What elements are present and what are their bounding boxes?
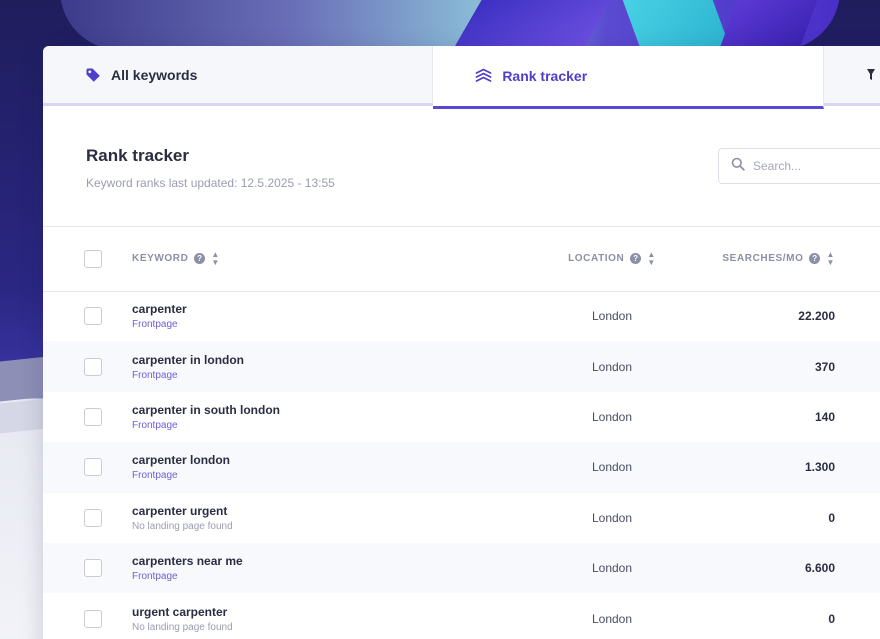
- location-cell: London: [591, 309, 633, 324]
- table-row[interactable]: carpenter Frontpage London 22.200: [43, 291, 880, 341]
- location-cell: London: [591, 561, 633, 576]
- column-header-label: KEYWORD: [132, 253, 189, 265]
- row-checkbox[interactable]: [84, 609, 102, 628]
- searches-cell: 370: [814, 359, 835, 374]
- keyword-cell: carpenter in london Frontpage: [132, 341, 502, 391]
- row-select-cell: [43, 493, 132, 543]
- column-header-searches[interactable]: SEARCHES/MO ? ▲ ▼: [722, 227, 878, 291]
- column-header-label: LOCATION: [568, 253, 625, 265]
- landing-page-link[interactable]: Frontpage: [132, 319, 502, 330]
- keyword-table: KEYWORD ? ▲▼ LOCATION ? ▲▼ SEARCHES/MO: [43, 227, 880, 639]
- row-select-cell: [43, 392, 132, 442]
- keyword-text: urgent carpenter: [132, 604, 228, 619]
- row-select-cell: [43, 543, 132, 593]
- row-checkbox[interactable]: [84, 458, 102, 477]
- landing-page-link[interactable]: Frontpage: [132, 470, 502, 481]
- page-header: Rank tracker Keyword ranks last updated:…: [43, 106, 880, 227]
- keyword-text: carpenter in south london: [132, 402, 281, 417]
- sort-icon[interactable]: ▲ ▼: [211, 250, 220, 267]
- row-select-cell: [43, 341, 132, 391]
- tab-more[interactable]: [824, 46, 880, 103]
- last-updated-text: Keyword ranks last updated: 12.5.2025 - …: [86, 176, 335, 190]
- location-cell: London: [591, 359, 633, 374]
- keyword-cell: carpenter london Frontpage: [132, 442, 502, 492]
- page-title: Rank tracker: [86, 146, 190, 165]
- layers-icon: [475, 68, 492, 84]
- keyword-cell: carpenters near me Frontpage: [132, 543, 502, 593]
- row-checkbox[interactable]: [84, 559, 102, 578]
- searches-cell: 0: [828, 611, 835, 626]
- keyword-cell: carpenter in south london Frontpage: [132, 392, 502, 442]
- table-header-row: KEYWORD ? ▲▼ LOCATION ? ▲▼ SEARCHES/MO: [43, 227, 880, 291]
- row-select-cell: [43, 593, 132, 639]
- table-row[interactable]: carpenters near me Frontpage London 6.60…: [43, 542, 880, 594]
- tab-label: Rank tracker: [502, 68, 588, 84]
- keyword-cell: carpenter urgent No landing page found: [132, 493, 502, 543]
- table-row[interactable]: carpenter in london Frontpage London 370: [43, 341, 880, 392]
- landing-page-link[interactable]: Frontpage: [132, 420, 502, 431]
- select-all-cell: [43, 227, 132, 291]
- row-checkbox[interactable]: [84, 357, 102, 376]
- search-input[interactable]: [753, 159, 880, 173]
- keyword-text: carpenter: [132, 302, 187, 317]
- tab-label: All keywords: [111, 66, 198, 83]
- table-row[interactable]: carpenter in south london Frontpage Lond…: [43, 392, 880, 442]
- tab-bar: All keywords Rank tracker: [43, 46, 880, 109]
- searches-cell: 140: [814, 409, 835, 424]
- searches-cell: 0: [828, 510, 835, 525]
- select-all-checkbox[interactable]: [84, 249, 102, 268]
- table-row[interactable]: carpenter urgent No landing page found L…: [43, 493, 880, 543]
- table-row[interactable]: carpenter london Frontpage London 1.300: [43, 442, 880, 493]
- landing-page-status: No landing page found: [132, 520, 233, 532]
- sort-icon[interactable]: ▲ ▼: [826, 250, 835, 267]
- filter-icon: [866, 67, 876, 83]
- tab-all-keywords[interactable]: All keywords: [43, 46, 434, 103]
- searches-cell: 22.200: [798, 309, 835, 324]
- searches-cell: 1.300: [804, 460, 835, 475]
- keyword-text: carpenter urgent: [132, 503, 228, 518]
- location-cell: London: [591, 611, 633, 626]
- column-header-keyword[interactable]: KEYWORD ? ▲ ▼: [132, 227, 502, 291]
- tab-rank-tracker[interactable]: Rank tracker: [433, 46, 824, 109]
- keyword-cell: carpenter Frontpage: [132, 291, 502, 341]
- keyword-text: carpenters near me: [132, 554, 243, 569]
- column-header-label: SEARCHES/MO: [722, 253, 804, 265]
- main-card: All keywords Rank tracker Rank tracker K…: [43, 46, 880, 639]
- keyword-cell: urgent carpenter No landing page found: [132, 593, 502, 639]
- row-select-cell: [43, 442, 132, 492]
- landing-page-link[interactable]: Frontpage: [132, 571, 502, 582]
- row-checkbox[interactable]: [84, 307, 102, 326]
- sort-icon[interactable]: ▲ ▼: [647, 250, 656, 267]
- search-icon: [731, 157, 745, 176]
- help-icon[interactable]: ?: [809, 253, 821, 265]
- landing-page-link[interactable]: Frontpage: [132, 370, 502, 381]
- row-checkbox[interactable]: [84, 407, 102, 426]
- search-box[interactable]: [718, 148, 880, 184]
- row-select-cell: [43, 291, 132, 341]
- landing-page-status: No landing page found: [132, 621, 233, 633]
- column-header-location[interactable]: LOCATION ? ▲ ▼: [502, 227, 722, 291]
- keyword-text: carpenter in london: [132, 352, 245, 367]
- tag-icon: [85, 67, 101, 83]
- row-checkbox[interactable]: [84, 508, 102, 527]
- table-row[interactable]: urgent carpenter No landing page found L…: [43, 593, 880, 639]
- help-icon[interactable]: ?: [630, 253, 642, 265]
- help-icon[interactable]: ?: [194, 253, 206, 265]
- keyword-text: carpenter london: [132, 453, 231, 468]
- location-cell: London: [591, 409, 633, 424]
- location-cell: London: [591, 510, 633, 525]
- searches-cell: 6.600: [804, 561, 835, 576]
- location-cell: London: [591, 460, 633, 475]
